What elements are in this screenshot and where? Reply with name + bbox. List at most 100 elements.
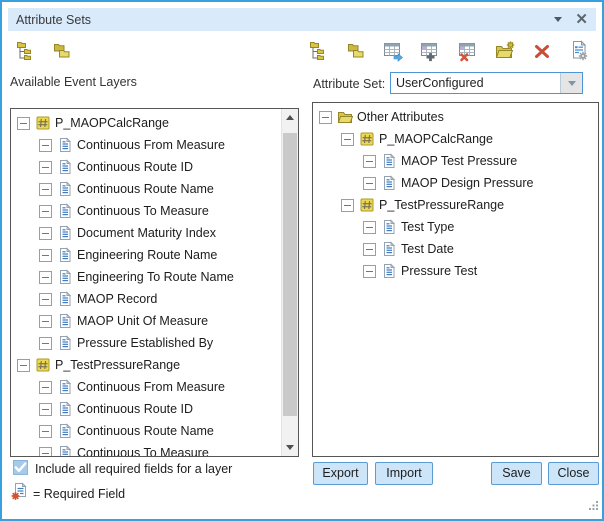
toolbar-right: [308, 40, 590, 62]
collapse-toggle-icon[interactable]: [39, 315, 52, 328]
collapse-toggle-icon[interactable]: [39, 139, 52, 152]
tree-item[interactable]: MAOP Record: [11, 288, 281, 310]
field-icon: [57, 225, 73, 241]
tree-item[interactable]: P_MAOPCalcRange: [313, 128, 598, 150]
tree-item[interactable]: Continuous Route Name: [11, 420, 281, 442]
required-field-legend: = Required Field: [33, 487, 125, 501]
collapse-toggle-icon[interactable]: [39, 227, 52, 240]
collapse-toggle-icon[interactable]: [39, 381, 52, 394]
collapse-toggle-icon[interactable]: [39, 183, 52, 196]
collapse-toggle-icon[interactable]: [363, 177, 376, 190]
tree-item[interactable]: P_TestPressureRange: [313, 194, 598, 216]
tree-item[interactable]: P_MAOPCalcRange: [11, 112, 281, 134]
tree-item-label: Engineering Route Name: [77, 248, 217, 262]
remove-table-icon[interactable]: [457, 40, 479, 62]
available-event-layers-panel: P_MAOPCalcRangeContinuous From MeasureCo…: [10, 108, 299, 457]
collapse-toggle-icon[interactable]: [17, 359, 30, 372]
collapse-toggle-icon[interactable]: [39, 271, 52, 284]
vertical-scrollbar[interactable]: [281, 109, 298, 456]
tree-item-label: Continuous Route Name: [77, 182, 214, 196]
tree-item-label: Continuous To Measure: [77, 204, 209, 218]
import-button[interactable]: Import: [375, 462, 433, 485]
collapse-toggle-icon[interactable]: [363, 243, 376, 256]
titlebar[interactable]: Attribute Sets ✕: [8, 8, 596, 31]
new-attribute-set-folder-icon[interactable]: [494, 40, 516, 62]
tree-item[interactable]: Pressure Established By: [11, 332, 281, 354]
tree-item-label: Test Type: [401, 220, 454, 234]
tree-item[interactable]: Engineering Route Name: [11, 244, 281, 266]
tree-item-label: P_MAOPCalcRange: [379, 132, 493, 146]
field-icon: [57, 379, 73, 395]
tree-item-label: Pressure Test: [401, 264, 477, 278]
tree-item-label: MAOP Record: [77, 292, 157, 306]
tree-item-label: MAOP Test Pressure: [401, 154, 517, 168]
collapse-toggle-icon[interactable]: [39, 205, 52, 218]
field-icon: [57, 313, 73, 329]
scroll-up-icon[interactable]: [282, 109, 298, 126]
tree-item[interactable]: Continuous Route ID: [11, 156, 281, 178]
combobox-dropdown-button[interactable]: [560, 73, 582, 93]
resize-grip[interactable]: [588, 498, 599, 516]
tree-item-label: Document Maturity Index: [77, 226, 216, 240]
scroll-down-icon[interactable]: [282, 439, 298, 456]
field-icon: [57, 291, 73, 307]
titlebar-menu-icon[interactable]: [554, 17, 562, 22]
close-button[interactable]: Close: [548, 462, 599, 485]
tree-item-label: Continuous Route ID: [77, 402, 193, 416]
tree-item[interactable]: Engineering To Route Name: [11, 266, 281, 288]
tree-item[interactable]: Test Date: [313, 238, 598, 260]
collapse-toggle-icon[interactable]: [363, 155, 376, 168]
tree-item[interactable]: Continuous To Measure: [11, 200, 281, 222]
collapse-toggle-icon[interactable]: [39, 337, 52, 350]
chevron-down-icon: [568, 81, 576, 86]
collapse-toggle-icon[interactable]: [319, 111, 332, 124]
delete-icon[interactable]: [531, 40, 553, 62]
tree-item[interactable]: MAOP Unit Of Measure: [11, 310, 281, 332]
attribute-set-combobox[interactable]: UserConfigured: [390, 72, 583, 94]
field-icon: [381, 153, 397, 169]
tree-item[interactable]: Continuous From Measure: [11, 376, 281, 398]
collapse-toggle-icon[interactable]: [39, 447, 52, 457]
attribute-set-panel: Other Attributes P_MAOPCalcRange MAOP Test…: [312, 102, 599, 457]
tree-item[interactable]: Other Attributes: [313, 106, 598, 128]
field-icon: [57, 401, 73, 417]
include-required-checkbox[interactable]: [13, 460, 28, 475]
add-table-icon[interactable]: [419, 40, 441, 62]
field-icon: [381, 175, 397, 191]
tree-item[interactable]: MAOP Test Pressure: [313, 150, 598, 172]
collapse-toggle-icon[interactable]: [363, 221, 376, 234]
tree-item[interactable]: Continuous From Measure: [11, 134, 281, 156]
tree-item[interactable]: Continuous Route Name: [11, 178, 281, 200]
collapse-toggle-icon[interactable]: [39, 403, 52, 416]
page-settings-icon[interactable]: [568, 40, 590, 62]
tree-item-label: Continuous From Measure: [77, 380, 225, 394]
add-layer-tree-icon[interactable]: [308, 40, 330, 62]
collapse-toggle-icon[interactable]: [39, 161, 52, 174]
tree-item-label: Continuous Route Name: [77, 424, 214, 438]
required-field-icon: [11, 482, 29, 501]
collapse-toggle-icon[interactable]: [39, 249, 52, 262]
collapse-toggle-icon[interactable]: [341, 199, 354, 212]
tree-item[interactable]: MAOP Design Pressure: [313, 172, 598, 194]
attribute-sets-dialog: Attribute Sets ✕ Available Event Layers …: [0, 0, 604, 521]
tree-item[interactable]: Document Maturity Index: [11, 222, 281, 244]
close-icon[interactable]: ✕: [575, 12, 588, 27]
collapse-toggle-icon[interactable]: [39, 425, 52, 438]
add-all-folders-icon[interactable]: [345, 40, 367, 62]
tree-item[interactable]: Continuous Route ID: [11, 398, 281, 420]
dialog-title: Attribute Sets: [16, 13, 91, 27]
collapse-toggle-icon[interactable]: [363, 265, 376, 278]
tree-item[interactable]: Continuous To Measure: [11, 442, 281, 456]
collapse-toggle-icon[interactable]: [17, 117, 30, 130]
tree-item[interactable]: Pressure Test: [313, 260, 598, 282]
export-button[interactable]: Export: [313, 462, 368, 485]
add-layer-tree-icon[interactable]: [15, 40, 37, 62]
save-button[interactable]: Save: [491, 462, 542, 485]
tree-item[interactable]: P_TestPressureRange: [11, 354, 281, 376]
export-table-icon[interactable]: [382, 40, 404, 62]
collapse-toggle-icon[interactable]: [341, 133, 354, 146]
scrollbar-thumb[interactable]: [283, 133, 297, 416]
add-all-folders-icon[interactable]: [51, 40, 73, 62]
collapse-toggle-icon[interactable]: [39, 293, 52, 306]
tree-item[interactable]: Test Type: [313, 216, 598, 238]
